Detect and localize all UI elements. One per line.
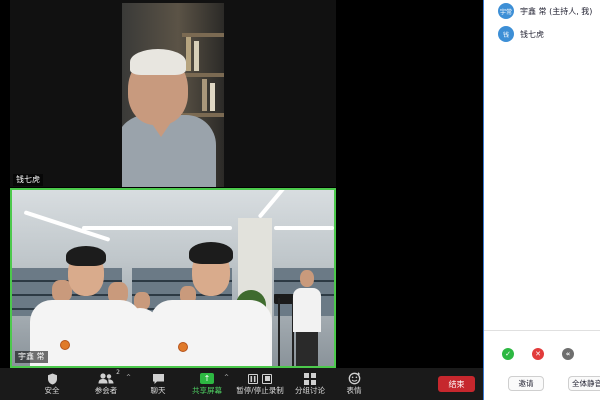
reactions-button[interactable]: 表情 xyxy=(330,371,378,399)
video-frame xyxy=(122,3,224,187)
student-right-body xyxy=(150,300,272,366)
invite-button[interactable]: 邀请 xyxy=(508,376,544,391)
background-person-body xyxy=(293,288,321,332)
stop-icon xyxy=(262,373,272,384)
avatar: 钱 xyxy=(498,26,514,42)
chat-label: 聊天 xyxy=(150,386,166,395)
ceiling-light xyxy=(82,226,232,230)
breakout-rooms-label: 分组讨论 xyxy=(295,386,325,395)
chat-button[interactable]: 聊天 xyxy=(134,371,182,399)
breakout-rooms-button[interactable]: 分组讨论 xyxy=(286,371,334,399)
student-right-hair xyxy=(189,242,233,264)
participant-name: 宇鑫 常 (主持人, 我) xyxy=(520,6,593,16)
record-button[interactable]: 暂停/停止录制 xyxy=(234,371,286,399)
shield-icon xyxy=(47,371,58,386)
school-badge xyxy=(60,340,70,350)
video-frame xyxy=(12,190,334,366)
meeting-window: 钱七虎 宇鑫 常 宇常 宇鑫 常 (主持人, 我) 钱 钱七虎 ✓ ✕ « 邀请… xyxy=(0,0,600,400)
video-stage: 钱七虎 宇鑫 常 xyxy=(0,0,483,368)
panel-divider xyxy=(484,330,600,331)
grid-icon xyxy=(304,371,316,386)
participants-label: 参会者 xyxy=(94,386,118,395)
background-person-head xyxy=(300,270,314,287)
shelf xyxy=(182,73,224,77)
background-person-legs xyxy=(296,332,318,366)
smiley-icon xyxy=(348,371,361,386)
pause-stop-icon xyxy=(248,371,272,386)
video-name-tag-qian: 钱七虎 xyxy=(13,174,43,186)
pause-icon xyxy=(248,373,258,384)
participants-panel: 宇常 宇鑫 常 (主持人, 我) 钱 钱七虎 ✓ ✕ « 邀请 全体静音 xyxy=(483,0,600,400)
participant-row-host[interactable]: 宇常 宇鑫 常 (主持人, 我) xyxy=(498,2,592,20)
book xyxy=(202,79,207,111)
security-button[interactable]: 安全 xyxy=(28,371,76,399)
share-screen-label: 共享屏幕 xyxy=(192,386,222,395)
avatar: 宇常 xyxy=(498,3,514,19)
people-icon: 2 xyxy=(98,369,120,386)
participant-name: 钱七虎 xyxy=(520,29,544,39)
participant-count: 2 xyxy=(116,369,120,376)
cross-icon[interactable]: ✕ xyxy=(532,348,544,360)
book xyxy=(210,83,215,111)
video-tile-chang[interactable]: 宇鑫 常 xyxy=(10,188,336,368)
reactions-label: 表情 xyxy=(346,386,362,395)
school-badge xyxy=(178,342,188,352)
participant-row-qian[interactable]: 钱 钱七虎 xyxy=(498,25,544,43)
chevron-up-icon[interactable]: ^ xyxy=(224,374,229,381)
tripod xyxy=(278,298,294,366)
security-label: 安全 xyxy=(44,386,60,395)
video-name-tag-chang: 宇鑫 常 xyxy=(15,351,48,363)
meeting-toolbar: 安全 2 参会者 ^ 聊天 ↑ 共享屏幕 ^ 暂停/停止录制 分组讨论 表情 xyxy=(0,368,483,400)
chevron-up-icon[interactable]: ^ xyxy=(126,374,131,381)
speaker-hair xyxy=(130,49,186,75)
participants-button[interactable]: 2 参会者 xyxy=(82,369,130,399)
video-tile-qian[interactable] xyxy=(122,3,224,187)
rewind-icon[interactable]: « xyxy=(562,348,574,360)
book xyxy=(194,41,199,71)
record-label: 暂停/停止录制 xyxy=(236,386,284,395)
student-left-hair xyxy=(66,246,106,266)
speaker-body xyxy=(122,115,216,187)
check-icon[interactable]: ✓ xyxy=(502,348,514,360)
ceiling-light xyxy=(257,190,287,219)
chat-bubble-icon xyxy=(152,371,165,386)
nonverbal-feedback-bar: ✓ ✕ « xyxy=(502,348,574,360)
share-screen-icon: ↑ xyxy=(200,371,214,386)
book xyxy=(186,37,191,71)
end-meeting-button[interactable]: 结束 xyxy=(438,376,475,392)
ceiling-light xyxy=(274,226,334,230)
mute-all-button[interactable]: 全体静音 xyxy=(568,376,600,391)
